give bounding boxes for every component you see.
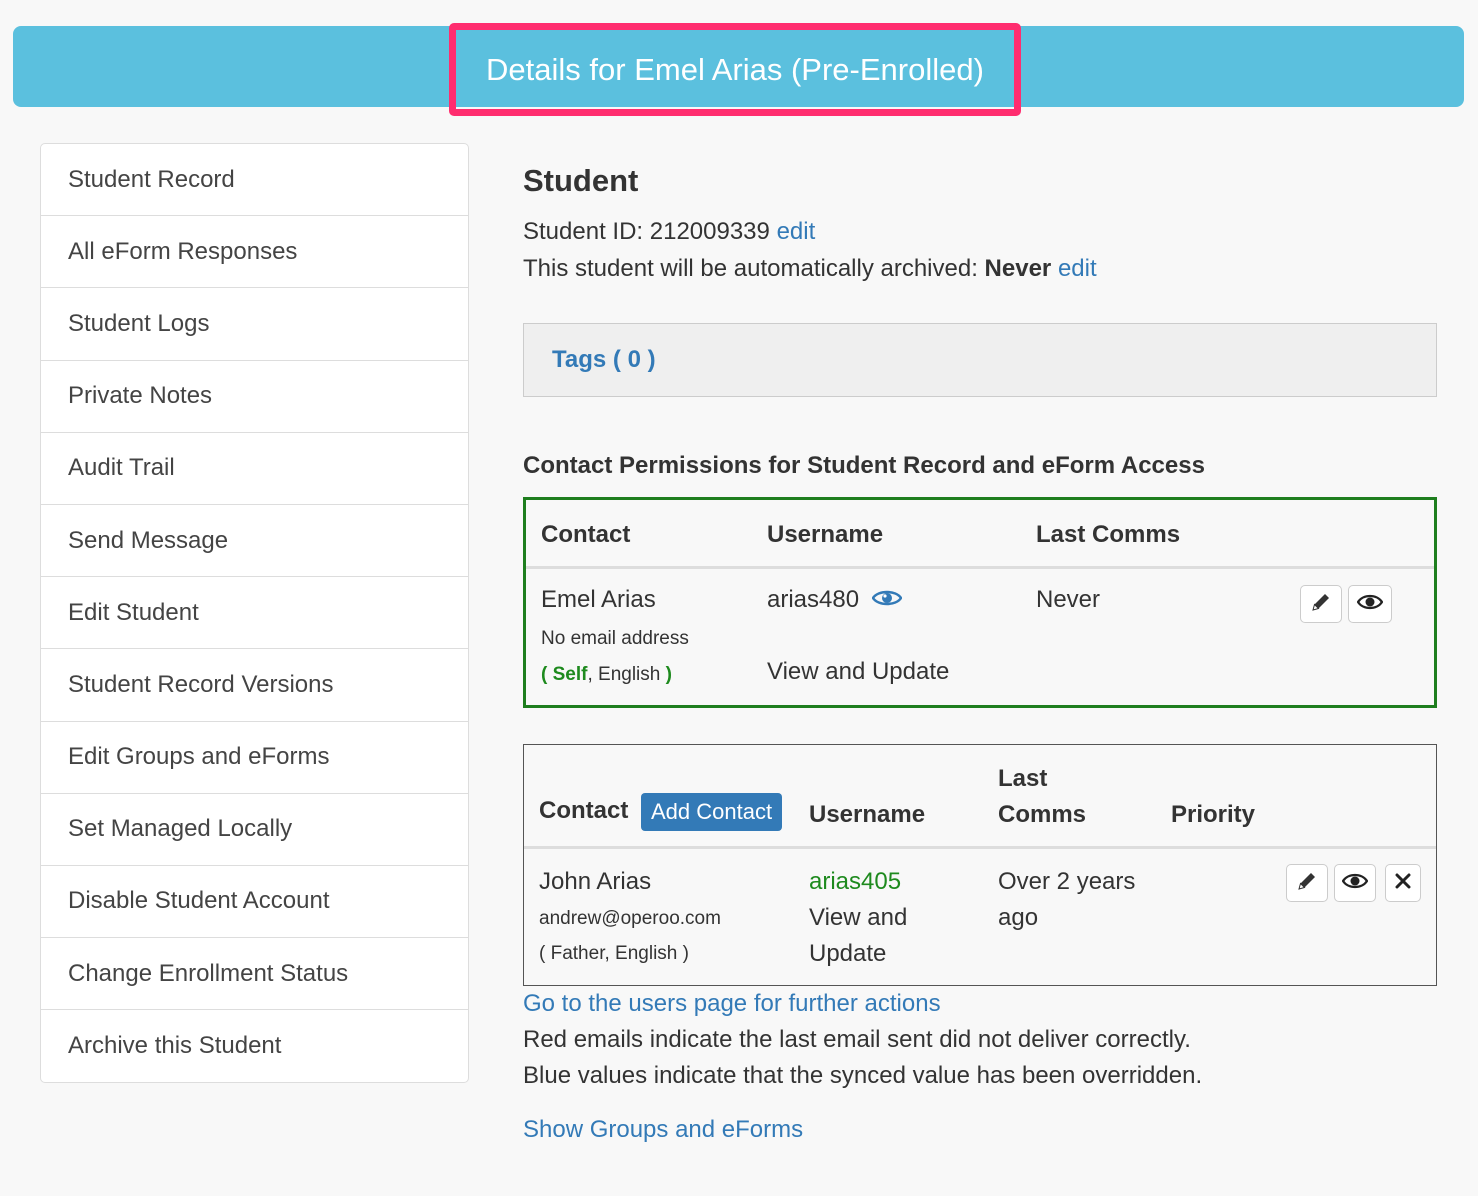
sidebar-item-disable-student-account[interactable]: Disable Student Account xyxy=(41,866,468,939)
sidebar-item-private-notes[interactable]: Private Notes xyxy=(41,361,468,433)
student-id-line: Student ID: 212009339 edit xyxy=(523,218,815,246)
contact-relation: Father xyxy=(550,943,605,964)
contact-last-comms[interactable]: Never xyxy=(1036,586,1100,614)
sidebar-item-student-record[interactable]: Student Record xyxy=(41,144,468,217)
contact-relation-line: ( Self, English ) xyxy=(541,664,672,685)
eye-icon[interactable] xyxy=(871,587,903,615)
column-header-contact: Contact xyxy=(539,797,629,824)
view-contact-button[interactable] xyxy=(1348,585,1392,623)
show-groups-link[interactable]: Show Groups and eForms xyxy=(523,1116,803,1144)
sidebar-item-audit-trail[interactable]: Audit Trail xyxy=(41,433,468,505)
archive-value: Never xyxy=(984,255,1052,282)
contact-email: andrew@operoo.com xyxy=(539,908,721,929)
edit-archive-link[interactable]: edit xyxy=(1058,255,1097,282)
eye-icon xyxy=(1341,872,1369,895)
contact-name: John Arias xyxy=(539,868,652,895)
student-id-label: Student ID: xyxy=(523,218,644,245)
column-header-last-comms: Last Comms xyxy=(1036,521,1181,548)
edit-contact-button[interactable] xyxy=(1286,864,1328,902)
contact-username: arias480 xyxy=(767,586,860,613)
column-header-last-comms-1: Last xyxy=(998,765,1048,792)
eye-icon xyxy=(1356,593,1384,616)
contact-language: English xyxy=(615,943,678,964)
contact-relation-line: ( Father, English ) xyxy=(539,943,689,964)
tags-toggle[interactable]: Tags ( 0 ) xyxy=(552,346,656,374)
contact-email: No email address xyxy=(541,628,689,649)
contact-access-level-2: Update xyxy=(809,940,887,967)
contact-access-level: View and Update xyxy=(767,658,950,685)
column-header-username: Username xyxy=(767,521,884,548)
contact-name: Emel Arias xyxy=(541,586,656,613)
add-contact-button[interactable]: Add Contact xyxy=(641,793,783,831)
contact-username: arias405 xyxy=(809,868,902,895)
page-title-highlight: Details for Emel Arias (Pre-Enrolled) xyxy=(449,23,1021,116)
pencil-icon xyxy=(1296,870,1318,897)
sidebar-item-student-record-versions[interactable]: Student Record Versions xyxy=(41,649,468,722)
archive-text: This student will be automatically archi… xyxy=(523,255,978,282)
section-heading-student: Student xyxy=(523,163,639,198)
archive-line: This student will be automatically archi… xyxy=(523,255,1097,283)
red-emails-note: Red emails indicate the last email sent … xyxy=(523,1026,1191,1053)
column-header-priority: Priority xyxy=(1171,801,1256,828)
contact-access-level-1: View and xyxy=(809,904,908,931)
sidebar-item-change-enrollment-status[interactable]: Change Enrollment Status xyxy=(41,938,468,1011)
pencil-icon xyxy=(1310,591,1332,618)
users-page-link[interactable]: Go to the users page for further actions xyxy=(523,990,941,1018)
sidebar-item-all-eform-responses[interactable]: All eForm Responses xyxy=(41,216,468,289)
sidebar-item-archive-student[interactable]: Archive this Student xyxy=(41,1010,468,1082)
contact-relation: Self xyxy=(552,664,588,685)
permissions-title: Contact Permissions for Student Record a… xyxy=(523,452,1205,479)
contact-last-comms-1[interactable]: Over 2 years xyxy=(998,868,1135,896)
contact-language: English xyxy=(598,664,661,685)
contact-username-cell: arias480 xyxy=(767,586,903,615)
sidebar-item-send-message[interactable]: Send Message xyxy=(41,505,468,578)
column-header-contact: Contact xyxy=(541,521,631,548)
sidebar-item-set-managed-locally[interactable]: Set Managed Locally xyxy=(41,794,468,866)
blue-values-note: Blue values indicate that the synced val… xyxy=(523,1062,1203,1089)
sidebar-menu: Student Record All eForm Responses Stude… xyxy=(40,143,469,1083)
sidebar-item-edit-groups-eforms[interactable]: Edit Groups and eForms xyxy=(41,722,468,794)
self-contact-table: Contact Username Last Comms Emel Arias N… xyxy=(523,497,1437,708)
page-title: Details for Emel Arias (Pre-Enrolled) xyxy=(486,51,984,87)
view-contact-button[interactable] xyxy=(1334,864,1376,902)
sidebar-item-student-logs[interactable]: Student Logs xyxy=(41,288,468,361)
contact-last-comms-2[interactable]: ago xyxy=(998,904,1038,932)
remove-contact-button[interactable] xyxy=(1385,864,1421,902)
tags-panel: Tags ( 0 ) xyxy=(523,323,1437,397)
edit-contact-button[interactable] xyxy=(1300,585,1342,623)
column-header-username: Username xyxy=(809,801,926,828)
header-divider xyxy=(524,846,1436,849)
contacts-table: Contact Add Contact Username Last Comms … xyxy=(523,744,1437,986)
sidebar-item-edit-student[interactable]: Edit Student xyxy=(41,577,468,650)
student-id-value: 212009339 xyxy=(649,218,770,245)
header-divider xyxy=(526,566,1434,569)
close-icon xyxy=(1395,873,1411,894)
edit-student-id-link[interactable]: edit xyxy=(777,218,816,245)
column-header-last-comms-2: Comms xyxy=(998,801,1087,828)
